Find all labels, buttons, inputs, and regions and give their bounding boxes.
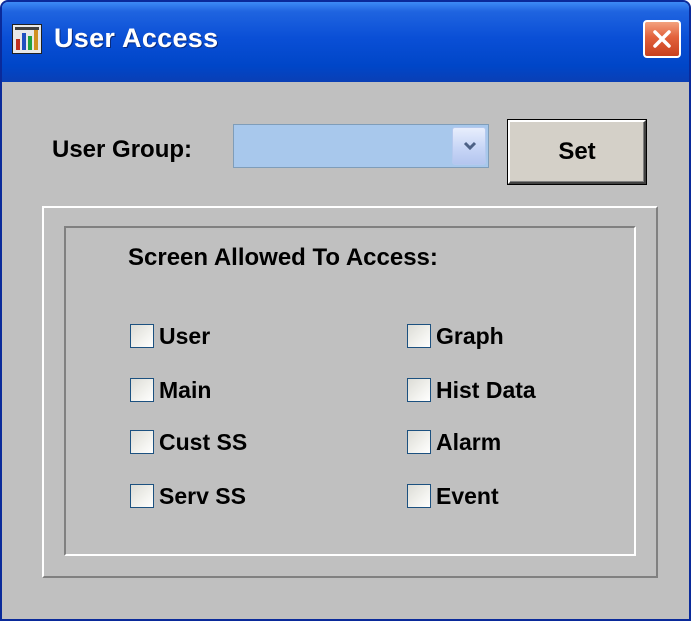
checkbox-hist-data[interactable]: Hist Data (407, 376, 536, 404)
dropdown-button[interactable] (452, 127, 486, 165)
window-title: User Access (54, 23, 219, 53)
checkbox-alarm[interactable]: Alarm (407, 428, 501, 456)
checkbox-event[interactable]: Event (407, 482, 499, 510)
checkbox-box[interactable] (407, 324, 431, 348)
checkbox-box[interactable] (130, 324, 154, 348)
user-group-dropdown[interactable] (233, 124, 489, 168)
window-client-area: User Group: Set Screen Allowed To Access… (2, 82, 689, 619)
checkbox-label: User (159, 322, 211, 349)
checkbox-main[interactable]: Main (130, 376, 211, 404)
checkbox-box[interactable] (130, 378, 154, 402)
checkbox-box[interactable] (407, 484, 431, 508)
checkbox-box[interactable] (407, 430, 431, 454)
checkbox-cust-ss[interactable]: Cust SS (130, 428, 247, 456)
checkbox-label: Alarm (436, 428, 502, 455)
close-icon (653, 30, 671, 48)
checkbox-label: Main (159, 376, 212, 403)
app-chart-icon (12, 24, 42, 54)
close-button[interactable] (643, 20, 681, 58)
checkbox-box[interactable] (407, 378, 431, 402)
checkbox-label: Graph (436, 322, 504, 349)
checkbox-label: Event (436, 482, 499, 509)
checkbox-label: Cust SS (159, 428, 248, 455)
checkbox-label: Serv SS (159, 482, 246, 509)
title-bar[interactable]: User Access (2, 2, 689, 82)
checkbox-box[interactable] (130, 430, 154, 454)
checkbox-serv-ss[interactable]: Serv SS (130, 482, 246, 510)
set-button[interactable]: Set (508, 120, 646, 184)
access-title: Screen Allowed To Access: (128, 244, 438, 271)
checkbox-box[interactable] (130, 484, 154, 508)
user-access-window: User Access User Group: Set Screen Allow… (0, 0, 691, 621)
checkbox-label: Hist Data (436, 376, 536, 403)
user-group-label: User Group: (52, 136, 193, 163)
chevron-down-icon (463, 141, 477, 151)
checkbox-graph[interactable]: Graph (407, 322, 504, 350)
checkbox-user[interactable]: User (130, 322, 210, 350)
